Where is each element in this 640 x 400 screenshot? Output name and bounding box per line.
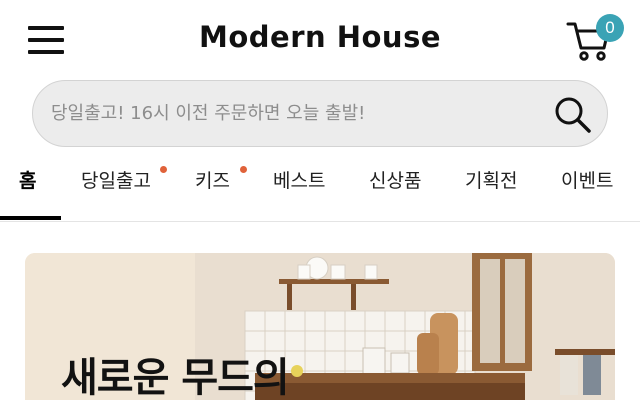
tab-kids[interactable]: 키즈 — [195, 166, 247, 206]
category-tabs: 홈 당일출고 키즈 베스트 신상품 기획전 이벤트 — [0, 152, 640, 222]
tab-label: 베스트 — [273, 170, 326, 192]
cart-button[interactable]: 0 — [566, 14, 630, 64]
search-icon — [555, 97, 591, 133]
tab-events[interactable]: 이벤트 — [561, 166, 613, 206]
tab-label: 신상품 — [369, 170, 422, 192]
banner-title: 새로운 무드의 — [61, 355, 290, 400]
hero-banner[interactable]: 새로운 무드의 — [25, 253, 615, 400]
tab-label: 키즈 — [195, 170, 230, 192]
active-tab-indicator — [0, 216, 61, 220]
search-bar — [32, 80, 608, 147]
search-input[interactable] — [51, 81, 551, 146]
cart-count-badge: 0 — [596, 14, 624, 42]
tab-same-day-shipping[interactable]: 당일출고 — [81, 166, 167, 206]
app-header: Modern House 0 — [0, 0, 640, 80]
search-button[interactable] — [553, 95, 593, 135]
tab-label: 이벤트 — [561, 170, 614, 192]
tab-label: 홈 — [19, 170, 37, 192]
new-dot-indicator — [240, 166, 247, 173]
tab-best[interactable]: 베스트 — [273, 166, 325, 206]
tab-label: 당일출고 — [81, 170, 151, 192]
new-dot-indicator — [160, 166, 167, 173]
tab-new-arrivals[interactable]: 신상품 — [369, 166, 421, 206]
tab-promotions[interactable]: 기획전 — [465, 166, 517, 206]
tab-home[interactable]: 홈 — [19, 166, 36, 206]
brand-logo[interactable]: Modern House — [0, 20, 640, 54]
tab-label: 기획전 — [465, 170, 518, 192]
